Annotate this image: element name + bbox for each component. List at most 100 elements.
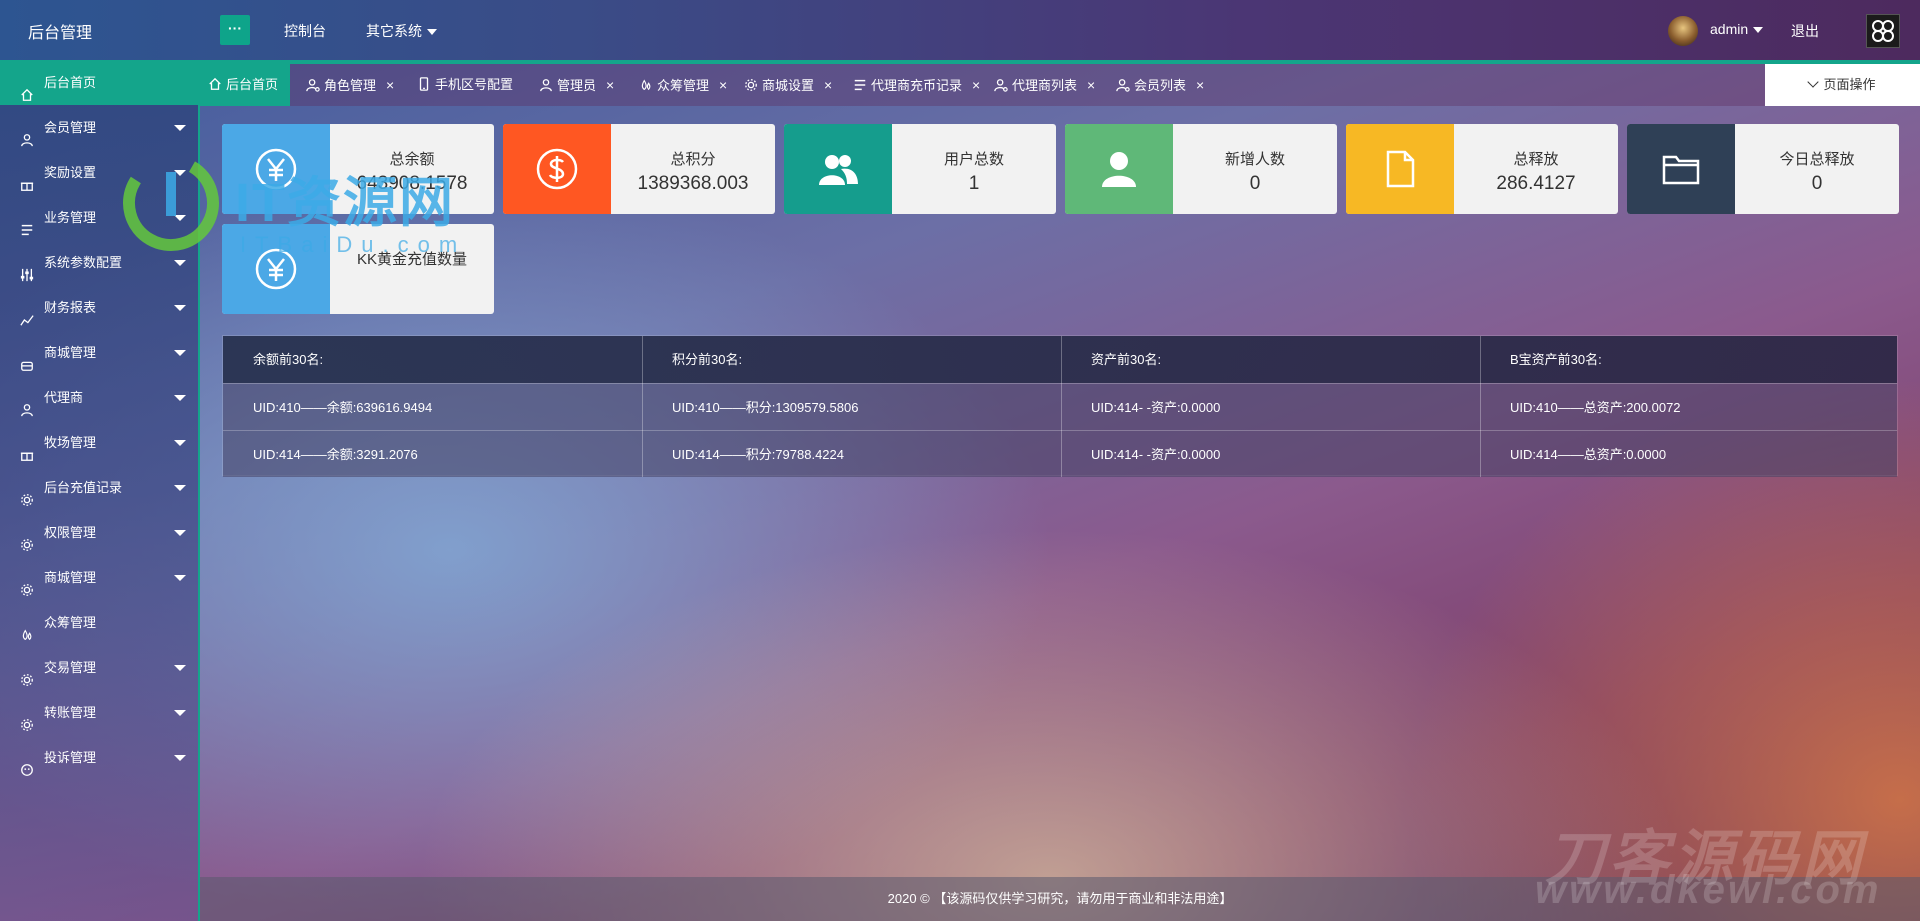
chevron-down-icon [1753,27,1764,34]
stat-card-label: 新增人数 [1224,151,1285,168]
sidebar-item[interactable]: 权限管理 [0,510,198,555]
sidebar-item[interactable]: 代理商 [0,375,198,420]
sidebar-item-label: 财务报表 [44,300,97,315]
tab[interactable]: 会员列表 × [1108,64,1214,106]
caret-down-icon [174,125,186,131]
tab-label: 代理商充币记录 [871,78,963,93]
nav-other-systems[interactable]: 其它系统 [366,21,437,41]
caret-down-icon [174,485,186,491]
caret-down-icon [174,575,186,581]
chevron-down-icon [427,29,437,36]
stat-card-value: 1 [968,173,980,194]
header-b-assets: B宝资产前30名: [1510,352,1602,367]
table-row: UID:414——余额:3291.2076 UID:414——积分:79788.… [223,430,1897,477]
home-icon [208,66,222,90]
tab[interactable]: 商城设置 × [736,64,843,106]
page-operation-label: 页面操作 [1823,77,1876,92]
sidebar-item[interactable]: 转账管理 [0,690,198,735]
stat-card-text: 用户总数 1 [892,124,1056,195]
sidebar-item[interactable]: 后台首页 [0,60,198,105]
tab-bar: 后台首页角色管理×手机区号配置×管理员×众筹管理×商城设置×代理商充币记录×代理… [200,64,1920,135]
tab-label: 会员列表 [1134,78,1187,93]
user-gear-icon [1116,67,1130,92]
sidebar-item-label: 商城管理 [44,570,97,585]
tab-label: 角色管理 [324,78,377,93]
user-gear-icon [306,67,320,92]
user-gear-icon [994,67,1008,92]
sidebar-item[interactable]: 商城管理 [0,555,198,600]
sidebar-item-label: 后台首页 [44,75,97,90]
sidebar-item-label: 交易管理 [44,660,97,675]
sidebar-item-label: 奖励设置 [44,165,97,180]
tab[interactable]: 后台首页 [200,64,290,106]
stat-card-value: 0 [1811,173,1823,194]
chart-icon [20,300,34,326]
nav-other-systems-label: 其它系统 [366,23,422,39]
stat-card: 总积分 1389368.003 [503,124,775,214]
top-bar: 后台管理 ··· 控制台 其它系统 admin 退出 [0,0,1920,60]
file-icon [1346,124,1454,214]
sidebar-item[interactable]: 投诉管理 [0,735,198,780]
user-menu[interactable]: admin [1710,21,1764,37]
close-icon[interactable]: × [1196,64,1204,106]
stat-card-value: 1389368.003 [637,173,749,194]
close-icon[interactable]: × [972,64,980,106]
chevron-down-icon [1807,76,1820,88]
tab[interactable]: 角色管理 × [298,64,407,106]
sidebar-item-label: 众筹管理 [44,615,97,630]
menu-toggle-button[interactable]: ··· [220,15,250,45]
close-icon[interactable]: × [606,64,614,106]
stat-card: 新增人数 0 [1065,124,1337,214]
sidebar-item[interactable]: 会员管理 [0,105,198,150]
tab-label: 管理员 [557,78,597,93]
drop-icon [639,67,653,91]
dollar-icon [503,124,611,214]
table-cell: UID:410——余额:639616.9494 [253,400,433,415]
gear-icon [20,660,34,686]
logout-link[interactable]: 退出 [1791,21,1819,41]
column-divider [642,336,643,477]
tab[interactable]: 管理员 × [531,64,629,106]
stat-card-label: 用户总数 [943,151,1004,168]
close-icon[interactable]: × [719,64,727,106]
list-icon [853,67,867,91]
sidebar-item[interactable]: 牧场管理 [0,420,198,465]
sidebar-item[interactable]: 财务报表 [0,285,198,330]
sidebar-item[interactable]: 商城管理 [0,330,198,375]
avatar[interactable] [1668,16,1698,46]
sidebar-item-label: 转账管理 [44,705,97,720]
tab[interactable]: 代理商充币记录 × [845,64,984,106]
close-icon[interactable]: × [1087,64,1095,106]
stat-card-label: 总释放 [1513,151,1559,168]
stat-card: 用户总数 1 [784,124,1056,214]
table-cell: UID:410——总资产:200.0072 [1510,400,1681,415]
app-logo [1866,14,1900,48]
stat-card-label: 总积分 [670,151,716,168]
brand-title: 后台管理 [28,25,93,42]
sidebar-item[interactable]: 后台充值记录 [0,465,198,510]
user-name: admin [1710,21,1749,37]
caret-down-icon [174,305,186,311]
folder-icon [1627,124,1735,214]
page-operation-button[interactable]: 页面操作 [1765,64,1920,106]
table-cell: UID:414——余额:3291.2076 [253,447,418,462]
tab-label: 手机区号配置 [435,77,514,92]
mobile-icon [417,66,431,91]
caret-down-icon [174,350,186,356]
tab-label: 众筹管理 [657,78,710,93]
gift-icon [20,435,34,461]
column-divider [1061,336,1062,477]
nav-console[interactable]: 控制台 [284,21,326,41]
sidebar-item[interactable]: 众筹管理 [0,600,198,645]
close-icon[interactable]: × [824,64,832,106]
close-icon[interactable]: × [386,64,394,106]
tab[interactable]: 手机区号配置× [409,64,529,135]
tab[interactable]: 众筹管理 × [631,64,734,106]
sidebar-item-label: 会员管理 [44,120,97,135]
users-icon [784,124,892,214]
shop-icon [20,345,34,371]
face-icon [20,750,34,776]
tab[interactable]: 代理商列表 × [986,64,1106,106]
sidebar-item[interactable]: 交易管理 [0,645,198,690]
stat-card-text: 今日总释放 0 [1735,124,1899,195]
